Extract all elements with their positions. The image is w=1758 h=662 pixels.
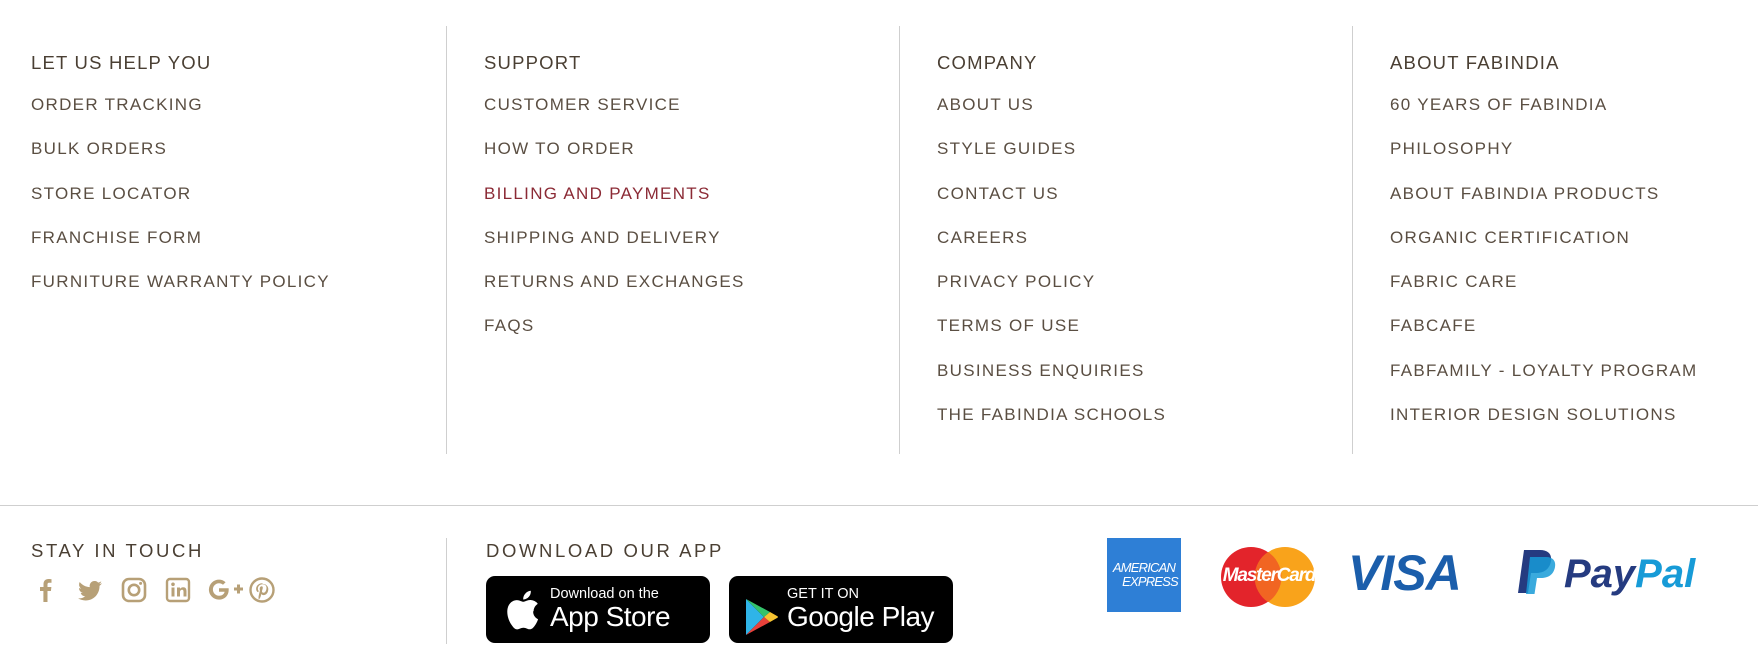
link-about-us[interactable]: ABOUT US [937, 95, 1166, 140]
payment-methods: AMERICAN EXPRESS MasterCard VISA Pay Pal [1107, 538, 1717, 618]
link-organic-certification[interactable]: ORGANIC CERTIFICATION [1390, 228, 1698, 273]
visa-label: VISA [1348, 545, 1462, 601]
link-store-locator[interactable]: STORE LOCATOR [31, 184, 330, 229]
apple-icon [507, 590, 539, 629]
paypal-icon [1518, 550, 1556, 594]
paypal-pay: Pay [1564, 551, 1636, 596]
twitter-icon[interactable] [75, 575, 119, 605]
link-60-years[interactable]: 60 YEARS OF FABINDIA [1390, 95, 1698, 140]
google-play-caption: GET IT ON [787, 586, 859, 602]
footer-column-help: LET US HELP YOU ORDER TRACKING BULK ORDE… [31, 26, 431, 454]
stay-in-touch: STAY IN TOUCH [31, 540, 275, 603]
link-interior-design[interactable]: INTERIOR DESIGN SOLUTIONS [1390, 406, 1698, 450]
social-links [31, 575, 291, 605]
link-fabcafe[interactable]: FABCAFE [1390, 317, 1698, 361]
link-furniture-warranty[interactable]: FURNITURE WARRANTY POLICY [31, 273, 330, 317]
link-returns-exchanges[interactable]: RETURNS AND EXCHANGES [484, 273, 745, 317]
link-billing-payments[interactable]: BILLING AND PAYMENTS [484, 184, 745, 229]
stay-in-touch-title: STAY IN TOUCH [31, 540, 204, 561]
instagram-icon[interactable] [119, 575, 163, 605]
pinterest-icon[interactable] [247, 575, 291, 605]
footer-links: LET US HELP YOU ORDER TRACKING BULK ORDE… [0, 26, 1758, 454]
link-fabindia-schools[interactable]: THE FABINDIA SCHOOLS [937, 406, 1166, 450]
section-divider [0, 505, 1758, 506]
app-store-label: App Store [550, 601, 671, 632]
link-franchise-form[interactable]: FRANCHISE FORM [31, 228, 330, 273]
link-privacy-policy[interactable]: PRIVACY POLICY [937, 273, 1166, 317]
link-philosophy[interactable]: PHILOSOPHY [1390, 140, 1698, 184]
paypal-logo: Pay Pal [1514, 548, 1695, 600]
google-plus-icon[interactable] [207, 575, 247, 605]
google-play-label: Google Play [787, 601, 935, 632]
facebook-icon[interactable] [31, 575, 75, 605]
download-app-title: DOWNLOAD OUR APP [486, 540, 724, 561]
amex-logo: AMERICAN EXPRESS [1107, 538, 1181, 612]
link-business-enquiries[interactable]: BUSINESS ENQUIRIES [937, 361, 1166, 406]
download-app: DOWNLOAD OUR APP Download on the App Sto… [486, 540, 953, 643]
google-play-icon [746, 598, 778, 635]
column-title: ABOUT FABINDIA [1390, 52, 1560, 73]
paypal-pal: Pal [1635, 551, 1696, 596]
visa-logo: VISA [1348, 545, 1462, 601]
footer-column-support: SUPPORT CUSTOMER SERVICE HOW TO ORDER BI… [484, 26, 884, 454]
section-divider-vertical [446, 538, 447, 644]
linkedin-icon[interactable] [163, 575, 207, 605]
mastercard-label: MasterCard [1222, 565, 1317, 586]
link-terms-of-use[interactable]: TERMS OF USE [937, 317, 1166, 361]
link-style-guides[interactable]: STYLE GUIDES [937, 140, 1166, 184]
link-contact-us[interactable]: CONTACT US [937, 184, 1166, 229]
link-careers[interactable]: CAREERS [937, 228, 1166, 273]
link-how-to-order[interactable]: HOW TO ORDER [484, 140, 745, 184]
google-play-button[interactable]: GET IT ON Google Play [729, 576, 953, 643]
column-title: COMPANY [937, 52, 1038, 73]
link-about-products[interactable]: ABOUT FABINDIA PRODUCTS [1390, 184, 1698, 229]
link-shipping-delivery[interactable]: SHIPPING AND DELIVERY [484, 228, 745, 273]
link-order-tracking[interactable]: ORDER TRACKING [31, 95, 330, 140]
column-title: SUPPORT [484, 52, 582, 73]
link-fabric-care[interactable]: FABRIC CARE [1390, 273, 1698, 317]
mastercard-logo: MasterCard [1219, 546, 1319, 608]
amex-line1: AMERICAN [1112, 560, 1176, 575]
link-faqs[interactable]: FAQS [484, 317, 745, 361]
footer-column-company: COMPANY ABOUT US STYLE GUIDES CONTACT US… [937, 26, 1337, 454]
app-store-button[interactable]: Download on the App Store [486, 576, 710, 643]
app-store-caption: Download on the [550, 586, 659, 602]
link-bulk-orders[interactable]: BULK ORDERS [31, 140, 330, 184]
link-customer-service[interactable]: CUSTOMER SERVICE [484, 95, 745, 140]
column-title: LET US HELP YOU [31, 52, 212, 73]
amex-line2: EXPRESS [1122, 574, 1179, 589]
link-fabfamily-loyalty[interactable]: FABFAMILY - LOYALTY PROGRAM [1390, 361, 1698, 406]
footer-column-about: ABOUT FABINDIA 60 YEARS OF FABINDIA PHIL… [1390, 26, 1750, 454]
